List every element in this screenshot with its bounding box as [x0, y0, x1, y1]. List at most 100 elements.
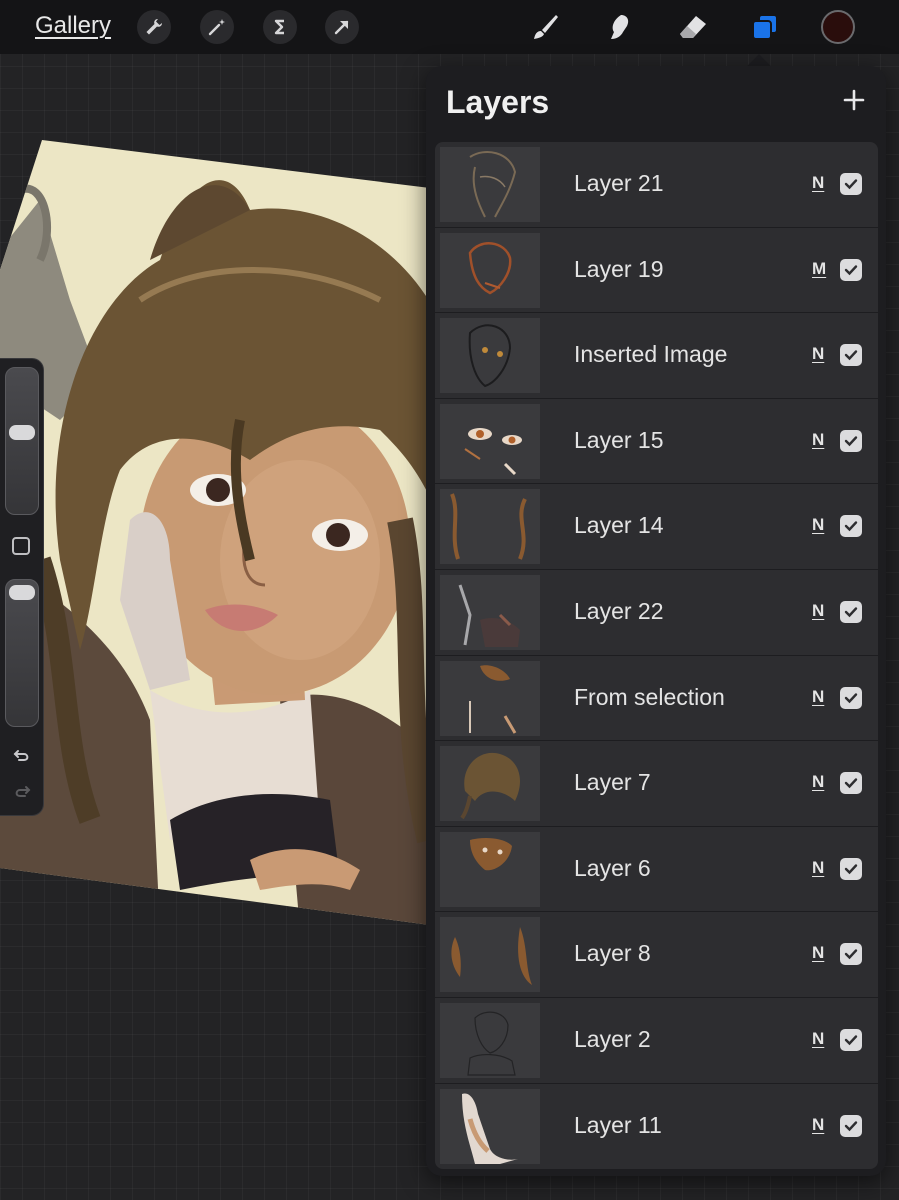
layer-name: Layer 11	[574, 1111, 662, 1138]
checkmark-icon	[844, 179, 858, 190]
checkmark-icon	[844, 264, 858, 275]
layer-row[interactable]: Layer 8 N	[435, 912, 878, 998]
opacity-slider[interactable]	[5, 579, 39, 727]
layer-name: Layer 22	[574, 597, 664, 624]
blend-mode-button[interactable]: N	[812, 858, 824, 878]
layer-row[interactable]: Layer 22 N	[435, 569, 878, 656]
layer-thumbnail	[440, 489, 540, 565]
wrench-icon	[146, 19, 162, 35]
layer-name: Inserted Image	[574, 341, 728, 368]
blend-mode-button[interactable]: N	[812, 687, 824, 707]
layer-row[interactable]: Layer 6 N	[435, 826, 878, 913]
checkmark-icon	[844, 778, 858, 789]
layer-visibility-checkbox[interactable]	[840, 686, 862, 709]
layers-panel-title: Layers	[446, 84, 550, 120]
blend-mode-button[interactable]: N	[812, 344, 824, 364]
magic-wand-icon	[208, 19, 225, 36]
layer-thumbnail	[440, 318, 540, 394]
checkmark-icon	[844, 692, 858, 703]
blend-mode-button[interactable]: N	[812, 772, 824, 792]
brush-tool-button[interactable]	[528, 10, 562, 44]
redo-button[interactable]	[11, 781, 33, 803]
layer-name: Layer 2	[574, 1025, 651, 1052]
undo-button[interactable]	[11, 745, 33, 767]
gallery-button[interactable]: Gallery	[35, 12, 111, 40]
selection-button[interactable]	[263, 10, 297, 44]
layer-thumbnail	[440, 831, 540, 907]
layers-panel: Layers Layer 21 N Layer 19 M Inserted Im…	[426, 66, 886, 1176]
layer-thumbnail	[440, 917, 540, 993]
layer-visibility-checkbox[interactable]	[840, 429, 862, 452]
layer-thumbnail	[440, 1088, 540, 1164]
layer-thumbnail	[440, 1002, 540, 1078]
layer-visibility-checkbox[interactable]	[840, 600, 862, 623]
layers-button[interactable]	[748, 10, 782, 44]
eraser-icon	[680, 16, 706, 38]
layer-visibility-checkbox[interactable]	[840, 857, 862, 880]
blend-mode-button[interactable]: N	[812, 1115, 824, 1135]
blend-mode-button[interactable]: N	[812, 173, 824, 193]
brush-size-slider-thumb[interactable]	[9, 425, 35, 440]
undo-icon	[13, 750, 29, 761]
layer-visibility-checkbox[interactable]	[840, 1114, 862, 1137]
blend-mode-button[interactable]: M	[812, 259, 826, 279]
adjustments-button[interactable]	[200, 10, 234, 44]
layer-row[interactable]: Layer 14 N	[435, 484, 878, 570]
add-layer-button[interactable]	[840, 86, 868, 114]
layer-row[interactable]: Layer 2 N	[435, 997, 878, 1084]
layer-row[interactable]: Layer 21 N	[435, 142, 878, 228]
checkmark-icon	[844, 521, 858, 532]
blend-mode-button[interactable]: N	[812, 601, 824, 621]
layer-thumbnail	[440, 403, 540, 479]
layer-name: Layer 14	[574, 512, 664, 539]
layer-thumbnail	[440, 660, 540, 736]
brush-icon	[534, 15, 558, 39]
layer-list: Layer 21 N Layer 19 M Inserted Image N L…	[435, 142, 878, 1170]
transform-button[interactable]	[325, 10, 359, 44]
checkmark-icon	[844, 1120, 858, 1131]
smudge-icon	[611, 15, 629, 39]
plus-icon	[843, 89, 865, 111]
layer-visibility-checkbox[interactable]	[840, 772, 862, 795]
selection-icon	[274, 19, 284, 35]
layer-visibility-checkbox[interactable]	[840, 344, 862, 367]
layer-visibility-checkbox[interactable]	[840, 173, 862, 195]
layer-name: Layer 8	[574, 940, 651, 967]
brush-size-slider[interactable]	[5, 367, 39, 515]
redo-icon	[15, 786, 31, 797]
top-toolbar: Gallery	[0, 0, 899, 54]
layer-row[interactable]: Layer 19 M	[435, 227, 878, 314]
checkmark-icon	[844, 436, 858, 447]
layer-row[interactable]: Layer 7 N	[435, 741, 878, 827]
blend-mode-button[interactable]: N	[812, 430, 824, 450]
checkmark-icon	[844, 864, 858, 874]
layer-name: Layer 7	[574, 769, 651, 796]
layer-row[interactable]: Layer 11 N	[435, 1083, 878, 1170]
opacity-slider-thumb[interactable]	[9, 585, 35, 600]
checkmark-icon	[844, 949, 858, 960]
layer-name: Layer 15	[574, 426, 664, 453]
smudge-tool-button[interactable]	[603, 10, 637, 44]
eraser-tool-button[interactable]	[676, 10, 710, 44]
layer-visibility-checkbox[interactable]	[840, 943, 862, 966]
blend-mode-button[interactable]: N	[812, 515, 824, 535]
layer-row[interactable]: Inserted Image N	[435, 313, 878, 399]
layer-visibility-checkbox[interactable]	[840, 515, 862, 538]
layer-thumbnail	[440, 574, 540, 650]
transform-arrow-icon	[334, 20, 349, 35]
actions-button[interactable]	[137, 10, 171, 44]
checkmark-icon	[844, 607, 858, 618]
layer-visibility-checkbox[interactable]	[840, 258, 862, 281]
checkmark-icon	[844, 1035, 858, 1046]
layer-visibility-checkbox[interactable]	[840, 1028, 862, 1051]
blend-mode-button[interactable]: N	[812, 1029, 824, 1049]
modify-button[interactable]	[12, 537, 30, 555]
layer-row[interactable]: Layer 15 N	[435, 398, 878, 485]
layer-row[interactable]: From selection N	[435, 655, 878, 742]
left-sidebar	[0, 358, 44, 816]
layer-thumbnail	[440, 232, 540, 308]
layers-icon	[752, 14, 778, 40]
layer-name: Layer 21	[574, 170, 664, 196]
blend-mode-button[interactable]: N	[812, 943, 824, 963]
color-picker-button[interactable]	[821, 10, 855, 44]
